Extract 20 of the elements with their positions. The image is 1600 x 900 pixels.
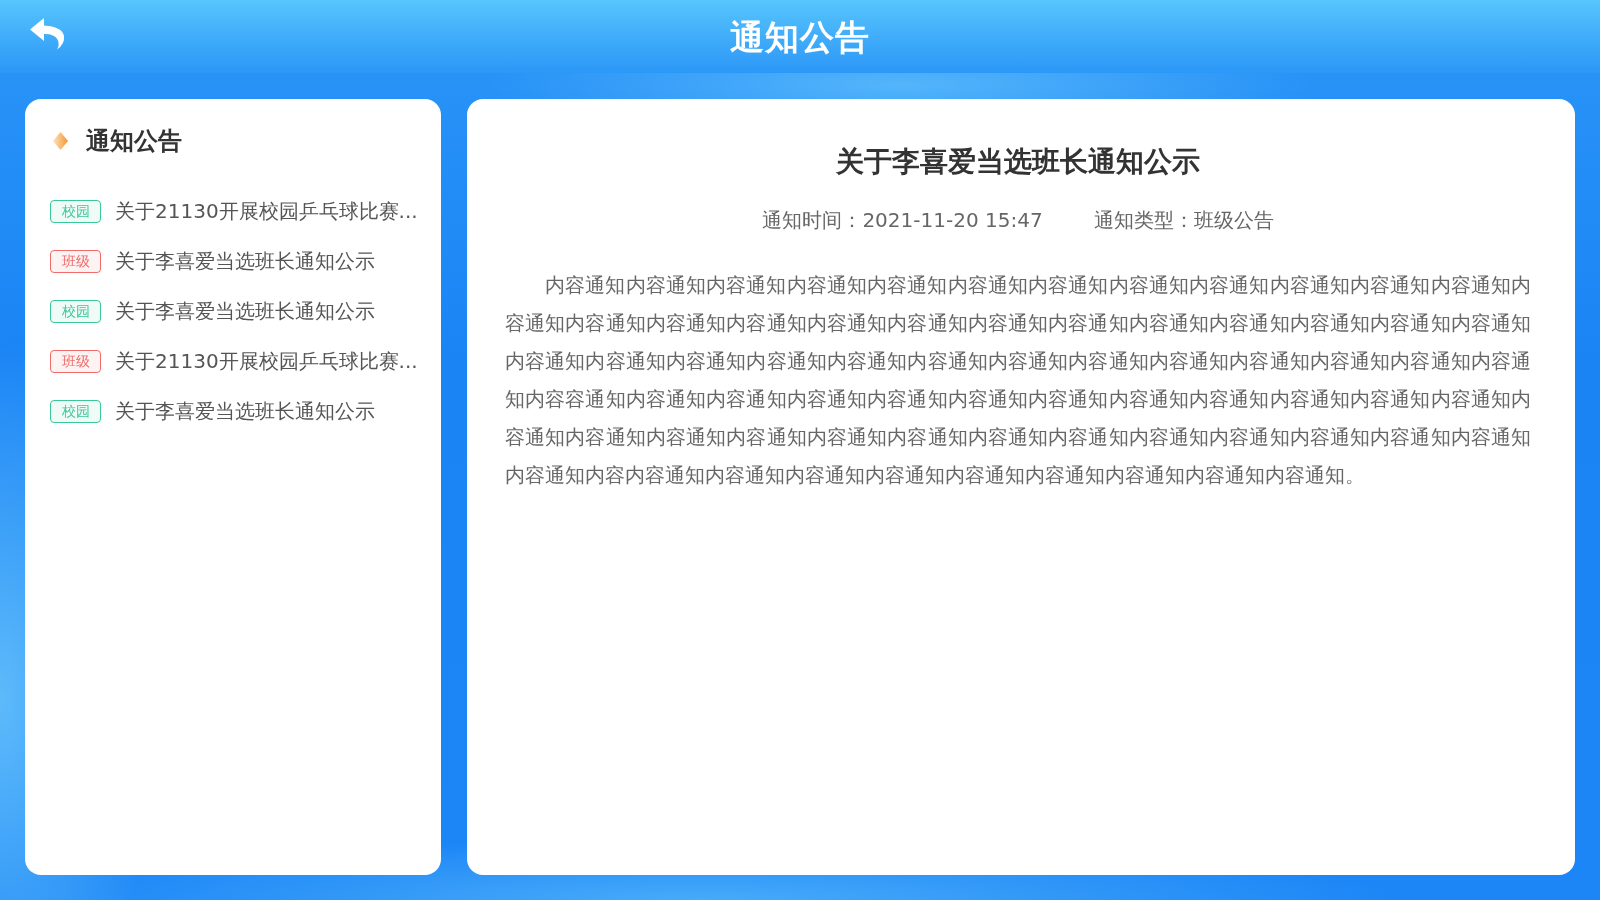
meta-value: 班级公告 [1193, 208, 1274, 232]
meta-label: 通知类型： [1093, 208, 1194, 232]
notice-link[interactable]: 关于李喜爱当选班长通知公示 [115, 247, 375, 275]
category-tag: 校园 [50, 199, 101, 223]
category-tag: 班级 [50, 349, 101, 373]
category-tag: 班级 [50, 249, 101, 273]
notice-title: 关于李喜爱当选班长通知公示 [835, 144, 1201, 180]
back-icon[interactable] [29, 17, 65, 50]
notice-link[interactable]: 关于李喜爱当选班长通知公示 [115, 297, 375, 325]
category-tag: 校园 [50, 399, 101, 423]
notice-link[interactable]: 关于李喜爱当选班长通知公示 [115, 397, 375, 425]
notice-link[interactable]: 关于21130开展校园乒乓球比赛... [115, 197, 418, 225]
meta-value: 2021-11-20 15:47 [862, 208, 1043, 232]
meta-label: 通知时间： [762, 208, 863, 232]
category-tag: 校园 [50, 299, 101, 323]
notice-body: 内容通知内容通知内容通知内容通知内容通知内容通知内容通知内容通知内容通知内容通知内容通知内容通知内容通知内容通知内容通知内容通知内容通知内容通知内容通知内容通知内容通知内容通知内容通知内容通知内容通知内容通知内容通知内容通知内容通知内容通知内容通知内容通知内容通知内容通知内容通知内容通知内容通知内容通知内容容通知内容通知内容通知内容通知内容通知内容通知内容通知内容通知内容通知内容通知内容通知内容通知内容通知内容通知内容通知内容通知内容通知内容通知内容通知内容通知内容通知内容通知内容通知内容通知内容通知内容通知内容内容通知内容通知内容通知内容通知内容通知内容通知内容通知内容通知内容通知。 [505, 272, 1531, 489]
section-title: 通知公告 [86, 126, 182, 157]
diamond-icon [53, 132, 68, 150]
page-title: 通知公告 [730, 15, 870, 59]
notice-link[interactable]: 关于21130开展校园乒乓球比赛... [115, 347, 418, 375]
